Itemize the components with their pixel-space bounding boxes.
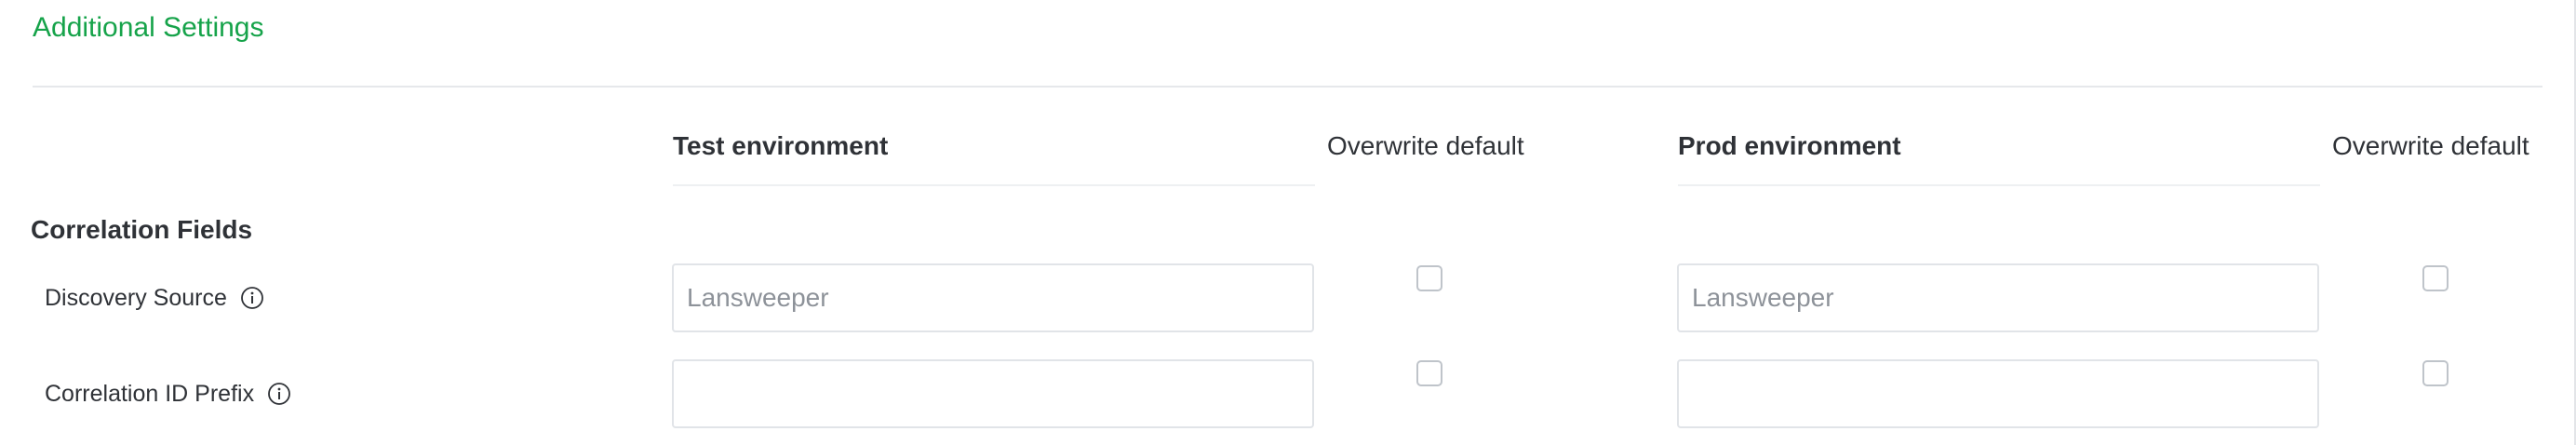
section-title: Additional Settings: [33, 12, 264, 43]
discovery-source-prod-overwrite-checkbox[interactable]: [2422, 265, 2449, 291]
column-header-prod-environment: Prod environment: [1678, 131, 1901, 160]
row-label-text: Correlation ID Prefix: [45, 381, 255, 407]
group-title-correlation-fields: Correlation Fields: [31, 215, 253, 244]
info-icon[interactable]: [267, 382, 291, 406]
correlation-id-prefix-test-overwrite-checkbox[interactable]: [1416, 360, 1442, 386]
discovery-source-prod-input[interactable]: [1677, 263, 2319, 332]
column-header-prod-underline: [1678, 184, 2320, 186]
discovery-source-test-overwrite-checkbox[interactable]: [1416, 265, 1442, 291]
column-header-test-environment: Test environment: [673, 131, 889, 160]
column-header-test-underline: [673, 184, 1315, 186]
additional-settings-panel: Additional Settings Test environment Ove…: [0, 0, 2576, 445]
row-label-discovery-source: Discovery Source: [45, 284, 264, 312]
correlation-id-prefix-test-input[interactable]: [672, 359, 1314, 428]
row-label-text: Discovery Source: [45, 285, 227, 311]
discovery-source-test-input[interactable]: [672, 263, 1314, 332]
column-header-prod-overwrite-default: Overwrite default: [2332, 131, 2529, 160]
row-label-correlation-id-prefix: Correlation ID Prefix: [45, 380, 291, 408]
info-icon[interactable]: [240, 286, 264, 310]
correlation-id-prefix-prod-input[interactable]: [1677, 359, 2319, 428]
correlation-id-prefix-prod-overwrite-checkbox[interactable]: [2422, 360, 2449, 386]
section-divider: [33, 86, 2542, 88]
column-header-test-overwrite-default: Overwrite default: [1327, 131, 1524, 160]
